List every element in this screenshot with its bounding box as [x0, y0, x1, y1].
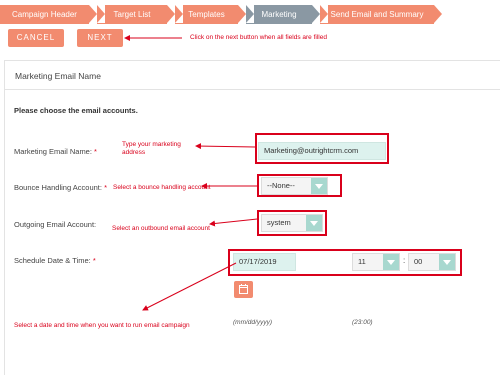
panel-header: Marketing Email Name: [5, 61, 500, 90]
step-label: Send Email and Summary: [330, 10, 424, 19]
bounce-label: Bounce Handling Account: *: [14, 183, 107, 192]
date-format-hint: (mm/dd/yyyy): [233, 319, 272, 326]
step-label: Marketing: [261, 10, 297, 19]
chevron-down-icon: [306, 215, 322, 231]
step-marketing[interactable]: Marketing: [246, 5, 320, 24]
email-name-input[interactable]: Marketing@outrightcrm.com: [258, 142, 386, 160]
step-send-email-summary[interactable]: Send Email and Summary: [320, 5, 442, 24]
outgoing-select[interactable]: system: [261, 214, 323, 232]
step-campaign-header[interactable]: Campaign Header: [0, 5, 97, 24]
cancel-button[interactable]: CANCEL: [8, 29, 64, 47]
hour-select[interactable]: 11: [352, 253, 400, 271]
date-input[interactable]: 07/17/2019: [233, 253, 296, 271]
step-target-list[interactable]: Target List: [97, 5, 175, 24]
panel-title: Marketing Email Name: [15, 71, 101, 81]
email-name-annotation: Type your marketing address: [122, 141, 181, 156]
chevron-down-icon: [311, 178, 327, 194]
step-label: Campaign Header: [12, 10, 77, 19]
bounce-annotation: Select a bounce handling account: [113, 184, 211, 191]
schedule-label: Schedule Date & Time: *: [14, 256, 96, 265]
minute-select[interactable]: 00: [408, 253, 456, 271]
step-templates[interactable]: Templates: [175, 5, 246, 24]
calendar-button[interactable]: [234, 281, 253, 298]
wizard-steps: Campaign Header Target List Templates Ma…: [0, 5, 500, 24]
calendar-icon: [239, 284, 248, 294]
email-name-label: Marketing Email Name: *: [14, 147, 97, 156]
schedule-annotation: Select a date and time when you want to …: [14, 322, 190, 329]
outgoing-label: Outgoing Email Account:: [14, 220, 97, 229]
next-button[interactable]: NEXT: [77, 29, 123, 47]
next-annotation: Click on the next button when all fields…: [190, 34, 327, 41]
time-separator: :: [403, 256, 406, 265]
bounce-select[interactable]: --None--: [261, 177, 328, 195]
time-format-hint: (23:00): [352, 319, 373, 326]
instruction-text: Please choose the email accounts.: [14, 106, 138, 115]
step-label: Target List: [113, 10, 151, 19]
step-label: Templates: [188, 10, 225, 19]
outgoing-annotation: Select an outbound email account: [112, 225, 210, 232]
chevron-down-icon: [439, 254, 455, 270]
chevron-down-icon: [383, 254, 399, 270]
